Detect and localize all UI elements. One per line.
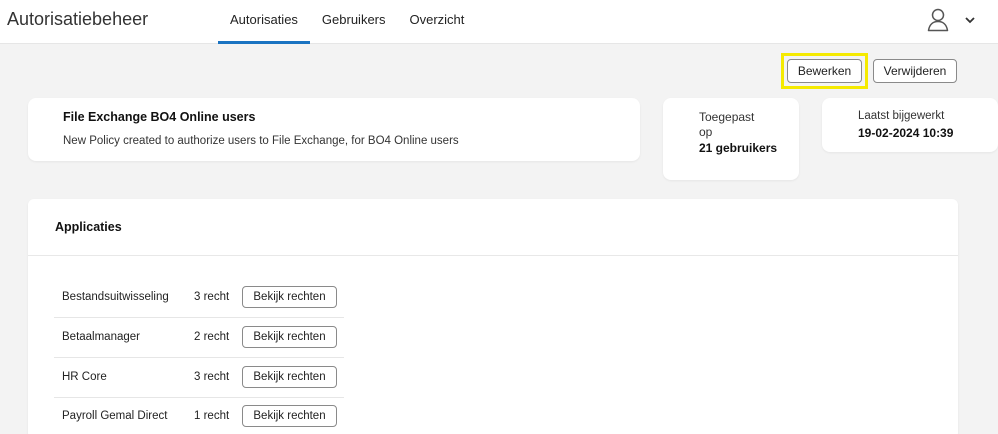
view-rights-button[interactable]: Bekijk rechten [242, 405, 337, 427]
application-name: Betaalmanager [62, 331, 140, 343]
table-row: Betaalmanager 2 recht Bekijk rechten [54, 318, 344, 358]
user-icon[interactable] [927, 8, 949, 32]
chevron-down-icon[interactable] [964, 14, 976, 26]
policy-title: File Exchange BO4 Online users [63, 110, 256, 124]
rights-count: 2 recht [194, 331, 230, 343]
main-nav: Autorisaties Gebruikers Overzicht [218, 0, 476, 44]
app-title: Autorisatiebeheer [7, 9, 149, 29]
view-rights-button[interactable]: Bekijk rechten [242, 326, 337, 348]
tab-overzicht[interactable]: Overzicht [398, 0, 477, 44]
table-row: HR Core 3 recht Bekijk rechten [54, 358, 344, 398]
tab-autorisaties[interactable]: Autorisaties [218, 0, 310, 44]
applications-card: Applicaties Bestandsuitwisseling 3 recht… [28, 199, 958, 434]
rights-count: 1 recht [194, 410, 230, 422]
table-row: Payroll Gemal Direct 1 recht Bekijk rech… [54, 397, 344, 434]
rights-count: 3 recht [194, 291, 230, 303]
policy-card: File Exchange BO4 Online users New Polic… [28, 98, 640, 161]
application-name: Bestandsuitwisseling [62, 291, 169, 303]
updated-card: Laatst bijgewerkt 19-02-2024 10:39 [822, 98, 998, 152]
tab-gebruikers[interactable]: Gebruikers [310, 0, 398, 44]
updated-value: 19-02-2024 10:39 [858, 126, 954, 140]
divider [28, 255, 958, 256]
rights-count: 3 recht [194, 371, 230, 383]
applied-card: Toegepast op 21 gebruikers [663, 98, 799, 180]
applied-value: 21 gebruikers [699, 141, 778, 155]
policy-description: New Policy created to authorize users to… [63, 135, 459, 147]
updated-label: Laatst bijgewerkt [858, 110, 945, 122]
applications-title: Applicaties [55, 220, 122, 234]
view-rights-button[interactable]: Bekijk rechten [242, 286, 337, 308]
delete-button[interactable]: Verwijderen [873, 59, 957, 83]
view-rights-button[interactable]: Bekijk rechten [242, 366, 337, 388]
applied-label: Toegepast op [699, 110, 755, 139]
edit-button[interactable]: Bewerken [787, 59, 862, 83]
table-row: Bestandsuitwisseling 3 recht Bekijk rech… [54, 278, 344, 318]
top-bar: Autorisatiebeheer Autorisaties Gebruiker… [0, 0, 998, 44]
application-name: HR Core [62, 371, 107, 383]
application-name: Payroll Gemal Direct [62, 410, 168, 422]
